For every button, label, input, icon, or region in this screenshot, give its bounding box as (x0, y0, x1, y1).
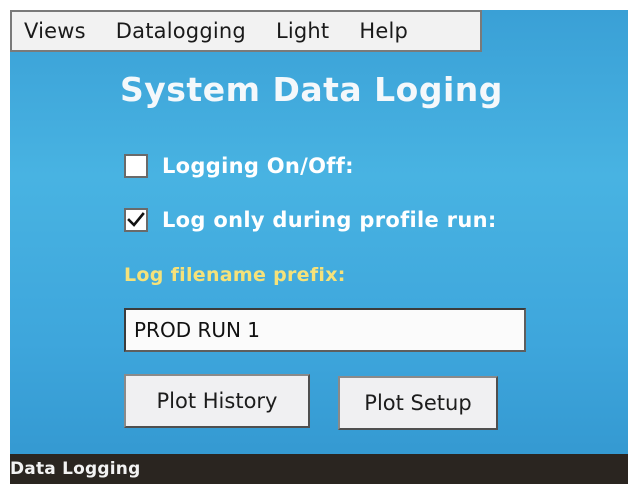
status-bar: Data Logging (10, 454, 628, 484)
profile-run-toggle-row[interactable]: Log only during profile run: (124, 208, 497, 232)
checkmark-icon (127, 212, 145, 227)
logging-toggle-row[interactable]: Logging On/Off: (124, 154, 354, 178)
screen: Views Datalogging Light Help System Data… (10, 10, 628, 484)
device-frame: Views Datalogging Light Help System Data… (0, 0, 639, 491)
page-title: System Data Loging (120, 70, 503, 109)
menu-bar: Views Datalogging Light Help (10, 10, 482, 52)
menu-views[interactable]: Views (24, 19, 86, 43)
filename-prefix-input[interactable] (124, 308, 526, 352)
filename-prefix-label: Log filename prefix: (124, 264, 346, 286)
menu-help[interactable]: Help (359, 19, 408, 43)
menu-light[interactable]: Light (276, 19, 329, 43)
profile-run-label: Log only during profile run: (162, 208, 497, 232)
menu-datalogging[interactable]: Datalogging (116, 19, 246, 43)
profile-run-checkbox[interactable] (124, 208, 148, 232)
plot-history-button[interactable]: Plot History (124, 374, 310, 428)
status-text: Data Logging (10, 459, 141, 479)
logging-checkbox[interactable] (124, 154, 148, 178)
logging-label: Logging On/Off: (162, 154, 354, 178)
plot-setup-button[interactable]: Plot Setup (338, 376, 498, 430)
